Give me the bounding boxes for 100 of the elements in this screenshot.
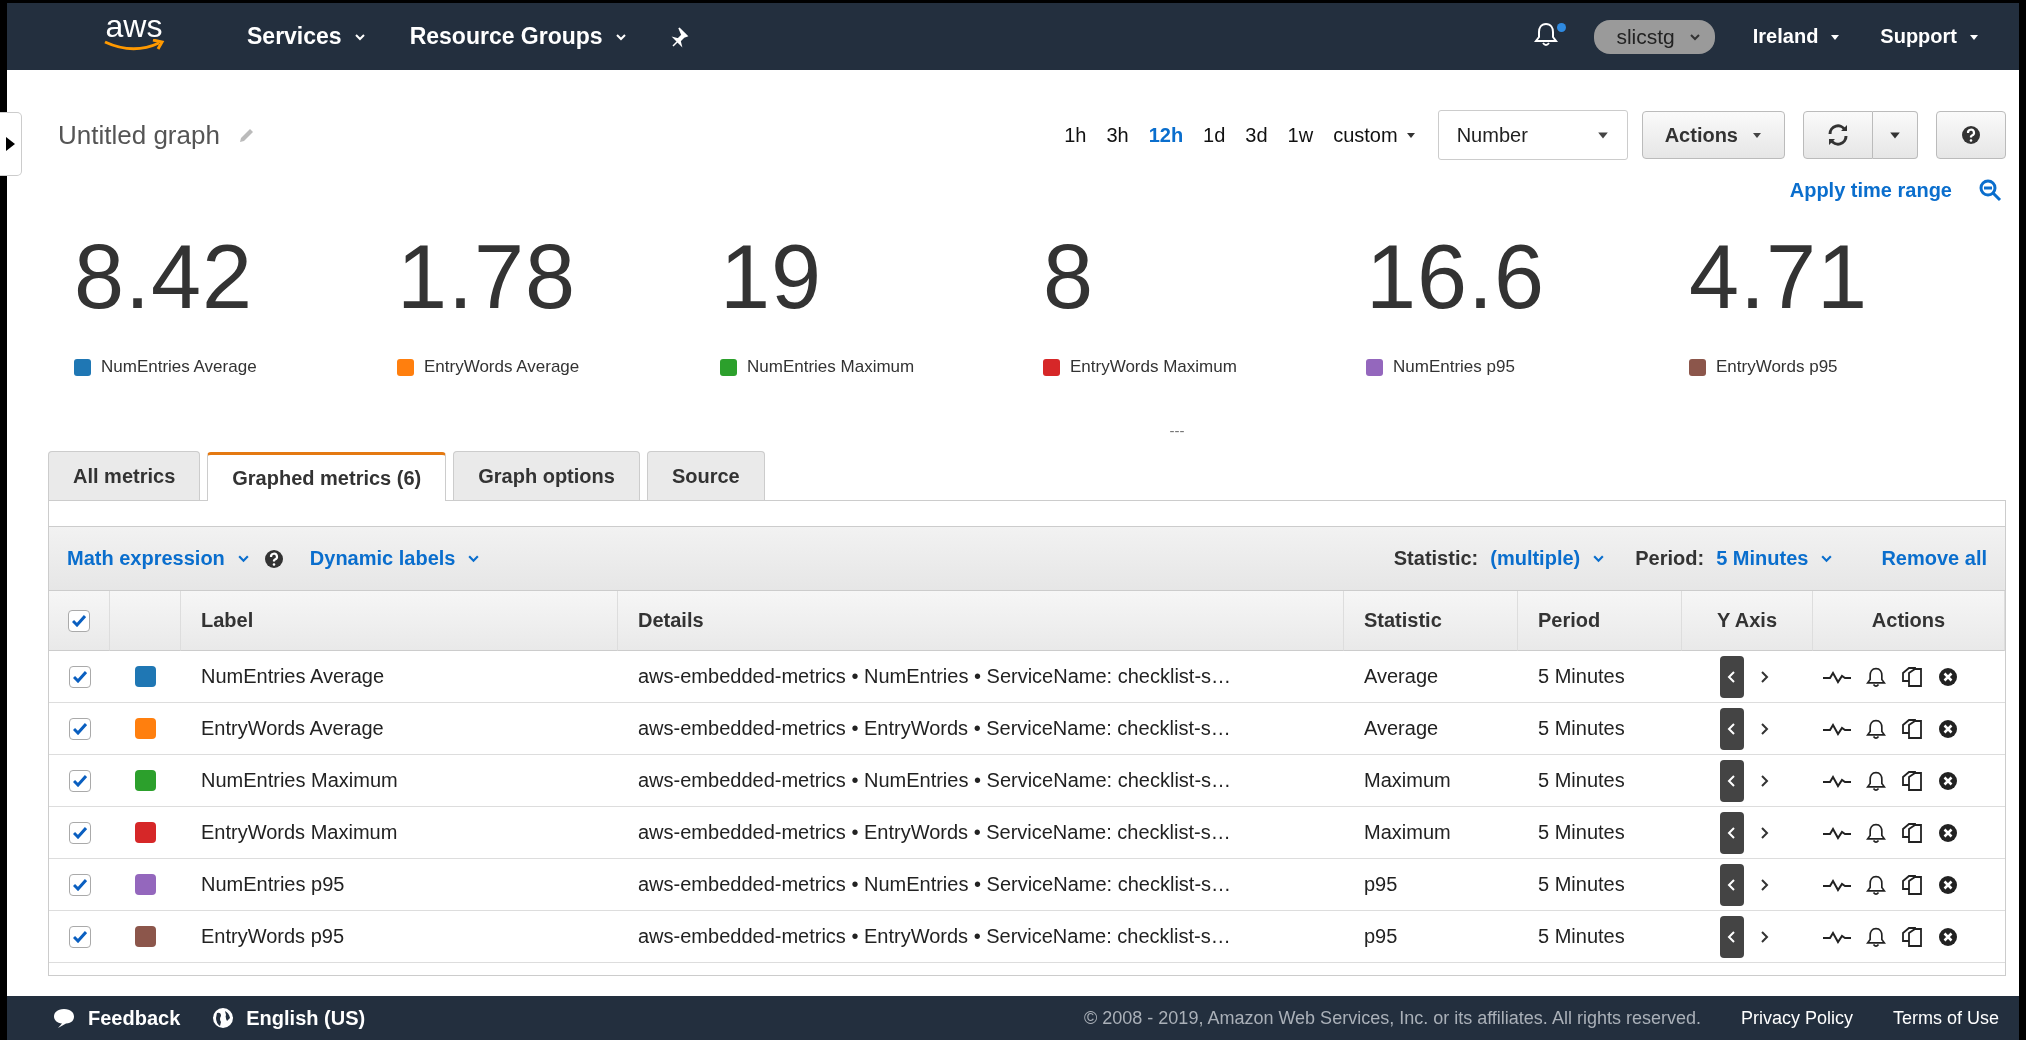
help-icon[interactable] <box>263 548 284 569</box>
color-swatch[interactable] <box>135 666 156 687</box>
nav-menu[interactable]: Ireland <box>1752 25 1841 48</box>
remove-icon[interactable] <box>1938 666 1958 687</box>
remove-icon[interactable] <box>1938 926 1958 947</box>
checkbox[interactable] <box>68 609 90 632</box>
copy-icon[interactable] <box>1901 769 1923 792</box>
nav-menu[interactable]: Services <box>247 23 366 50</box>
chevron-left-icon <box>1726 929 1737 944</box>
y-axis-left-button[interactable] <box>1719 759 1744 802</box>
y-axis-left-button[interactable] <box>1719 655 1744 698</box>
time-range-option[interactable]: 12h <box>1148 123 1184 147</box>
table-cell: aws-embedded-metrics • NumEntries • ServiceName: checklist-s… <box>618 651 1344 703</box>
view-select[interactable]: Number <box>1437 110 1628 160</box>
remove-all-link[interactable]: Remove all <box>1881 547 1987 570</box>
footer-link[interactable]: Terms of Use <box>1892 1007 1999 1029</box>
bell-icon[interactable] <box>1866 665 1886 688</box>
nav-menu[interactable]: Support <box>1880 25 1979 48</box>
table-cell: EntryWords Average <box>181 703 618 755</box>
dynamic-labels-dropdown[interactable]: Dynamic labels <box>309 547 481 570</box>
tab[interactable]: Graph options <box>453 451 640 500</box>
bell-icon[interactable] <box>1866 925 1886 948</box>
column-header: Actions <box>1813 591 2005 651</box>
bell-icon[interactable] <box>1866 821 1886 844</box>
remove-icon[interactable] <box>1938 874 1958 895</box>
resize-handle[interactable]: --- <box>48 411 2006 451</box>
color-swatch[interactable] <box>135 770 156 791</box>
color-swatch[interactable] <box>135 874 156 895</box>
table-cell: NumEntries Average <box>181 651 618 703</box>
math-expression-dropdown[interactable]: Math expression <box>67 547 250 570</box>
graph-title[interactable]: Untitled graph <box>58 119 220 151</box>
remove-icon[interactable] <box>1938 770 1958 791</box>
zoom-out-icon[interactable] <box>1978 178 2002 202</box>
bell-icon[interactable] <box>1866 769 1886 792</box>
copy-icon[interactable] <box>1901 925 1923 948</box>
time-range-option[interactable]: 1h <box>1064 123 1087 147</box>
copy-icon[interactable] <box>1901 873 1923 896</box>
time-range-option[interactable]: 3d <box>1245 123 1268 147</box>
checkbox[interactable] <box>68 821 91 844</box>
expand-panel-button[interactable] <box>0 112 22 176</box>
nav-menu[interactable]: Resource Groups <box>409 23 627 50</box>
checkmark-icon <box>72 826 87 839</box>
table-cell: aws-embedded-metrics • EntryWords • ServiceName: checklist-s… <box>618 911 1344 963</box>
color-swatch[interactable] <box>135 926 156 947</box>
logo[interactable]: aws <box>103 12 165 53</box>
chevron-right-icon <box>1758 773 1769 788</box>
time-range-option[interactable]: 1d <box>1203 123 1226 147</box>
chevron-right-icon <box>1758 669 1769 684</box>
refresh-button[interactable] <box>1803 111 1873 159</box>
tab[interactable]: Source <box>646 451 765 500</box>
checkbox[interactable] <box>68 769 91 792</box>
actions-button[interactable]: Actions <box>1641 111 1785 159</box>
chevron-left-icon <box>1726 825 1737 840</box>
bell-icon[interactable] <box>1866 717 1886 740</box>
feedback-link[interactable]: Feedback <box>52 1006 181 1030</box>
column-header: Period <box>1518 591 1682 651</box>
table-cell: 5 Minutes <box>1518 703 1682 755</box>
bell-icon[interactable] <box>1534 20 1559 47</box>
y-axis-left-button[interactable] <box>1719 811 1744 854</box>
apply-time-range-link[interactable]: Apply time range <box>1789 178 1952 202</box>
legend-label: EntryWords Average <box>424 357 580 377</box>
color-swatch[interactable] <box>135 822 156 843</box>
y-axis-left-button[interactable] <box>1719 915 1744 958</box>
time-range-dropdown[interactable]: custom <box>1333 123 1416 147</box>
checkbox[interactable] <box>68 665 91 688</box>
metric-value: 16.6 <box>1366 227 1547 327</box>
copy-icon[interactable] <box>1901 717 1923 740</box>
statistic-dropdown[interactable]: (multiple) <box>1490 547 1606 570</box>
table-cell: 5 Minutes <box>1518 911 1682 963</box>
tab[interactable]: All metrics <box>48 451 201 500</box>
time-range-option[interactable]: 3h <box>1106 123 1129 147</box>
footer-link[interactable]: Privacy Policy <box>1740 1007 1853 1029</box>
color-swatch[interactable] <box>135 718 156 739</box>
checkbox[interactable] <box>68 717 91 740</box>
table-cell: 5 Minutes <box>1518 651 1682 703</box>
table-cell: Maximum <box>1344 755 1518 807</box>
bell-icon[interactable] <box>1866 873 1886 896</box>
period-dropdown[interactable]: 5 Minutes <box>1716 547 1834 570</box>
speech-bubble-icon <box>52 1007 76 1029</box>
tab[interactable]: Graphed metrics (6) <box>207 452 447 501</box>
help-button[interactable] <box>1936 111 2006 159</box>
statistic-label: Statistic: <box>1393 547 1479 570</box>
chevron-right-icon <box>1758 825 1769 840</box>
checkbox[interactable] <box>68 925 91 948</box>
chevron-left-icon <box>1726 877 1737 892</box>
checkmark-icon <box>72 614 86 627</box>
table-cell: Average <box>1344 703 1518 755</box>
remove-icon[interactable] <box>1938 718 1958 739</box>
time-range-option[interactable]: 1w <box>1287 123 1314 147</box>
table-cell: 5 Minutes <box>1518 807 1682 859</box>
caret-icon <box>1405 130 1416 140</box>
y-axis-left-button[interactable] <box>1719 707 1744 750</box>
copy-icon[interactable] <box>1901 665 1923 688</box>
checkbox[interactable] <box>68 873 91 896</box>
chevron-right-icon <box>1758 877 1769 892</box>
language-selector[interactable]: English (US) <box>212 1006 366 1030</box>
remove-icon[interactable] <box>1938 822 1958 843</box>
copy-icon[interactable] <box>1901 821 1923 844</box>
y-axis-left-button[interactable] <box>1719 863 1744 906</box>
account-menu[interactable]: slicstg <box>1594 19 1715 54</box>
